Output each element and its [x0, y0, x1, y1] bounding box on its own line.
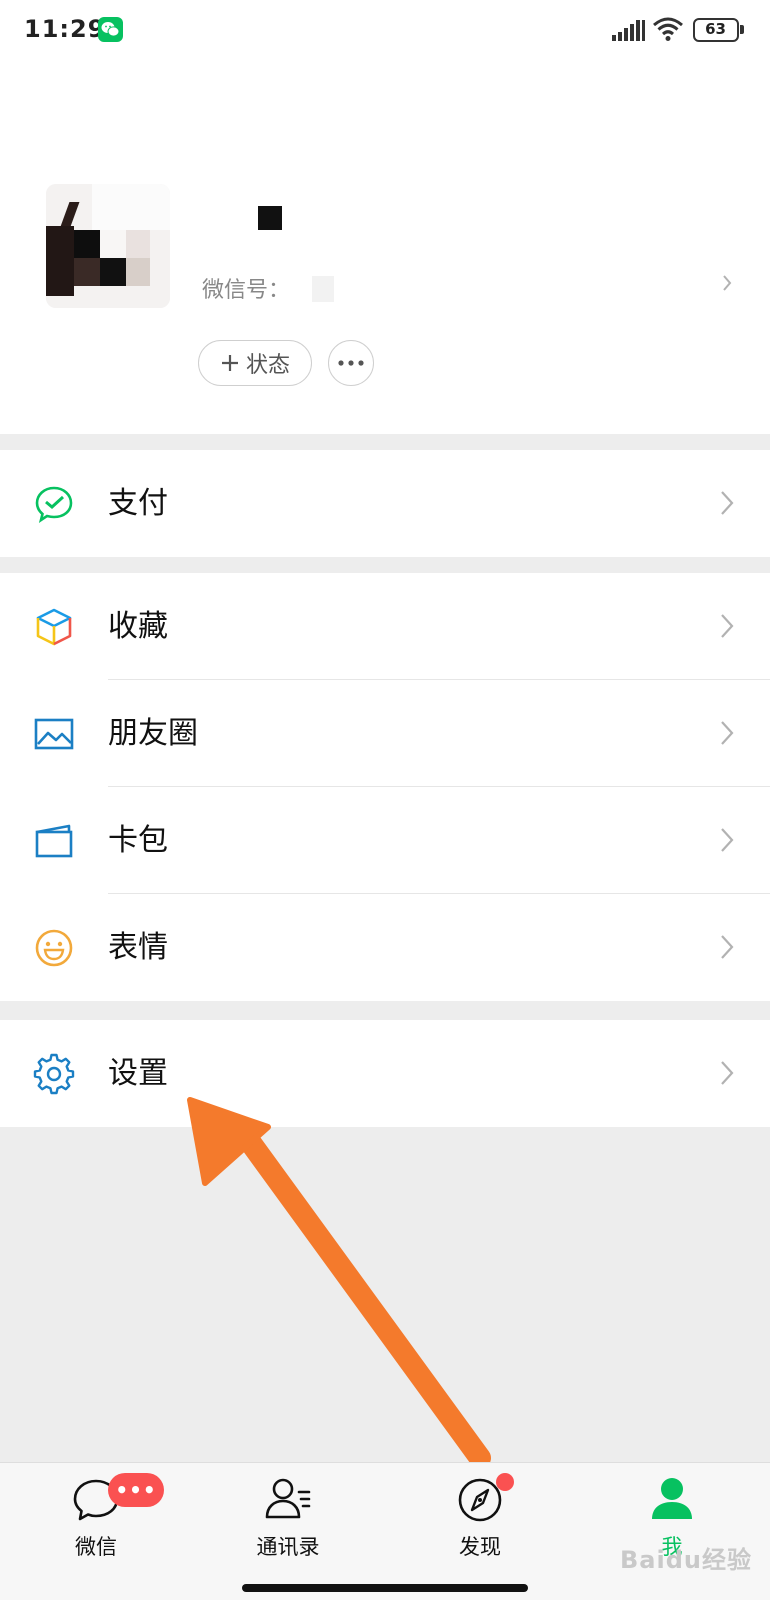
home-indicator[interactable]: [242, 1584, 528, 1592]
chevron-right-icon: [723, 275, 732, 291]
menu-item-cards-label: 卡包: [108, 823, 168, 858]
menu-item-settings-label: 设置: [108, 1056, 168, 1091]
add-status-button[interactable]: 状态: [198, 340, 312, 386]
wechat-icon: [98, 17, 123, 42]
menu-item-stickers-label: 表情: [108, 930, 168, 965]
status-bar: 11:29 63: [0, 0, 770, 62]
profile-header[interactable]: 微信号： 状态: [0, 62, 770, 434]
tab-bar: ••• 微信 通讯录 发现 我: [0, 1462, 770, 1600]
new-content-dot: [496, 1473, 514, 1491]
more-button[interactable]: [328, 340, 374, 386]
tab-chats-label: 微信: [75, 1535, 117, 1559]
plus-icon: [220, 353, 240, 373]
menu-group-main: 收藏 朋友圈 卡包 表情: [0, 573, 770, 1001]
baidu-watermark: Baidu经验: [620, 1546, 752, 1574]
signal-icon: [612, 20, 645, 41]
menu-group-pay: 支付: [0, 450, 770, 557]
menu-item-moments-label: 朋友圈: [108, 716, 198, 751]
status-time: 11:29: [24, 15, 106, 43]
tab-contacts[interactable]: 通讯录: [192, 1463, 384, 1563]
tab-contacts-label: 通讯录: [256, 1535, 320, 1559]
smile-icon: [35, 929, 73, 967]
menu-item-pay-label: 支付: [108, 486, 168, 521]
menu-item-favorites-label: 收藏: [108, 609, 168, 644]
wechat-id-redacted: [312, 276, 334, 302]
contacts-icon: [265, 1478, 311, 1519]
gear-icon: [33, 1053, 75, 1095]
avatar[interactable]: [46, 184, 170, 308]
chevron-right-icon: [721, 828, 734, 852]
status-button-label: 状态: [245, 353, 290, 378]
nickname-redacted: [258, 206, 282, 230]
chevron-right-icon: [721, 935, 734, 959]
battery-icon: 63: [693, 18, 744, 42]
menu-group-settings: 设置: [0, 1020, 770, 1127]
wifi-icon: [653, 17, 683, 41]
chevron-right-icon: [721, 721, 734, 745]
menu-item-settings[interactable]: 设置: [0, 1020, 770, 1127]
more-dots-icon: [338, 360, 364, 366]
tab-discover[interactable]: 发现: [384, 1463, 576, 1563]
tab-discover-label: 发现: [459, 1535, 501, 1559]
chevron-right-icon: [721, 491, 734, 515]
pay-check-icon: [35, 486, 73, 523]
menu-item-pay[interactable]: 支付: [0, 450, 770, 557]
menu-item-cards[interactable]: 卡包: [0, 787, 770, 894]
person-icon: [652, 1478, 692, 1519]
menu-item-stickers[interactable]: 表情: [0, 894, 770, 1001]
card-icon: [35, 824, 73, 858]
menu-item-moments[interactable]: 朋友圈: [0, 680, 770, 787]
chevron-right-icon: [721, 1061, 734, 1085]
battery-level: 63: [705, 20, 726, 38]
chevron-right-icon: [721, 614, 734, 638]
unread-badge: •••: [108, 1473, 164, 1507]
cube-icon: [36, 608, 72, 646]
wechat-id-label: 微信号：: [202, 278, 291, 303]
picture-icon: [34, 718, 74, 750]
tab-chats[interactable]: ••• 微信: [0, 1463, 192, 1563]
menu-item-favorites[interactable]: 收藏: [0, 573, 770, 680]
